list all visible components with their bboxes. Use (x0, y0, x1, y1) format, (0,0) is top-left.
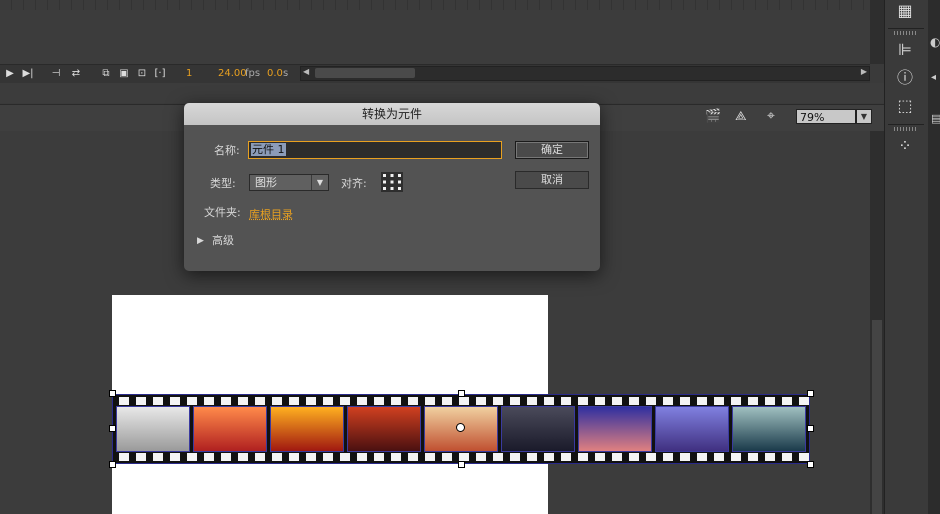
film-frame-photo (270, 406, 344, 452)
fps-value[interactable]: 24.00 (218, 68, 247, 80)
disclosure-triangle-icon[interactable]: ▶ (197, 234, 204, 248)
play-icon[interactable]: ▶ (4, 68, 16, 79)
transform-pivot[interactable] (456, 423, 465, 432)
transform-handle[interactable] (458, 461, 465, 468)
transform-handle[interactable] (807, 390, 814, 397)
info-icon[interactable]: ⓘ (894, 68, 916, 88)
scroll-thumb[interactable] (315, 68, 415, 78)
fps-unit: fps (245, 68, 261, 79)
stage-scroll-thumb[interactable] (872, 320, 882, 514)
current-frame[interactable]: 1 (186, 68, 192, 80)
swatches-icon[interactable]: ⁘ (894, 136, 916, 156)
symbol-type-select[interactable]: 图形 ▼ (249, 174, 329, 191)
scroll-right-icon[interactable]: ▶ (861, 67, 867, 76)
transform-handle[interactable] (807, 461, 814, 468)
onion-skin-outline-icon[interactable]: ▣ (118, 68, 130, 79)
expand-icon[interactable]: ◂ (931, 72, 936, 83)
panel-divider (888, 124, 924, 125)
folder-link[interactable]: 库根目录 (249, 206, 293, 222)
library-icon[interactable]: ▤ (931, 112, 940, 125)
transform-handle[interactable] (109, 461, 116, 468)
transform-handle[interactable] (458, 390, 465, 397)
onion-skin-icon[interactable]: ⧉ (100, 68, 112, 79)
timeline-horizontal-scrollbar[interactable]: ◀ ▶ (300, 66, 870, 81)
color-icon[interactable]: ◐ (930, 35, 940, 49)
film-frame-photo (501, 406, 575, 452)
folder-label: 文件夹: (204, 206, 241, 219)
transform-handle[interactable] (807, 425, 814, 432)
film-frame-photo (116, 406, 190, 452)
loop-icon[interactable]: ⇄ (70, 68, 82, 79)
panel-gap (0, 83, 884, 103)
timeline-vertical-scrollbar[interactable] (870, 0, 884, 64)
film-frame-photo (193, 406, 267, 452)
film-frame-photo (578, 406, 652, 452)
align-label: 对齐: (341, 177, 367, 190)
panel-divider (888, 28, 924, 29)
transform-handle[interactable] (109, 425, 116, 432)
film-frame-photo (655, 406, 729, 452)
type-label: 类型: (210, 177, 236, 190)
dialog-title[interactable]: 转换为元件 (184, 103, 600, 125)
grid-panel-icon[interactable]: ▦ (894, 1, 916, 21)
edit-multiple-frames-icon[interactable]: ⊡ (136, 68, 148, 79)
advanced-toggle[interactable]: 高级 (212, 234, 234, 248)
symbol-type-value: 图形 (255, 176, 277, 189)
panel-grip[interactable] (894, 31, 916, 35)
film-sprocket-bottom (119, 453, 809, 461)
align-icon[interactable]: ⊫ (894, 40, 916, 60)
center-frame-icon[interactable]: ⊣ (50, 68, 62, 79)
transform-icon[interactable]: ⬚ (894, 96, 916, 116)
clapper-icon[interactable]: 🎬 (705, 109, 721, 124)
registration-grid-icon[interactable] (381, 172, 403, 192)
zoom-input[interactable]: 79% (796, 109, 856, 124)
scroll-left-icon[interactable]: ◀ (303, 67, 309, 76)
chevron-down-icon: ▼ (311, 175, 328, 190)
chevron-down-icon[interactable]: ▼ (856, 109, 872, 124)
film-frame-photo (347, 406, 421, 452)
timeline-frame-ruler[interactable] (0, 0, 870, 10)
edit-symbols-icon[interactable]: ⟁ (735, 109, 747, 124)
timeline-layers-area[interactable] (0, 10, 870, 64)
film-sprocket-top (119, 397, 809, 405)
film-frame-photo (732, 406, 806, 452)
symbol-name-input[interactable]: 元件 1 (248, 141, 502, 159)
last-frame-icon[interactable]: ▶| (22, 68, 34, 79)
ok-button[interactable]: 确定 (515, 141, 589, 159)
snap-to-center-icon[interactable]: ⌖ (767, 108, 775, 124)
time-value[interactable]: 0.0 (267, 68, 283, 80)
symbol-name-value: 元件 1 (251, 143, 286, 156)
panel-grip[interactable] (894, 127, 916, 131)
time-unit: s (283, 68, 289, 79)
modify-markers-icon[interactable]: [·] (154, 68, 166, 79)
name-label: 名称: (214, 144, 240, 157)
transform-handle[interactable] (109, 390, 116, 397)
cancel-button[interactable]: 取消 (515, 171, 589, 189)
